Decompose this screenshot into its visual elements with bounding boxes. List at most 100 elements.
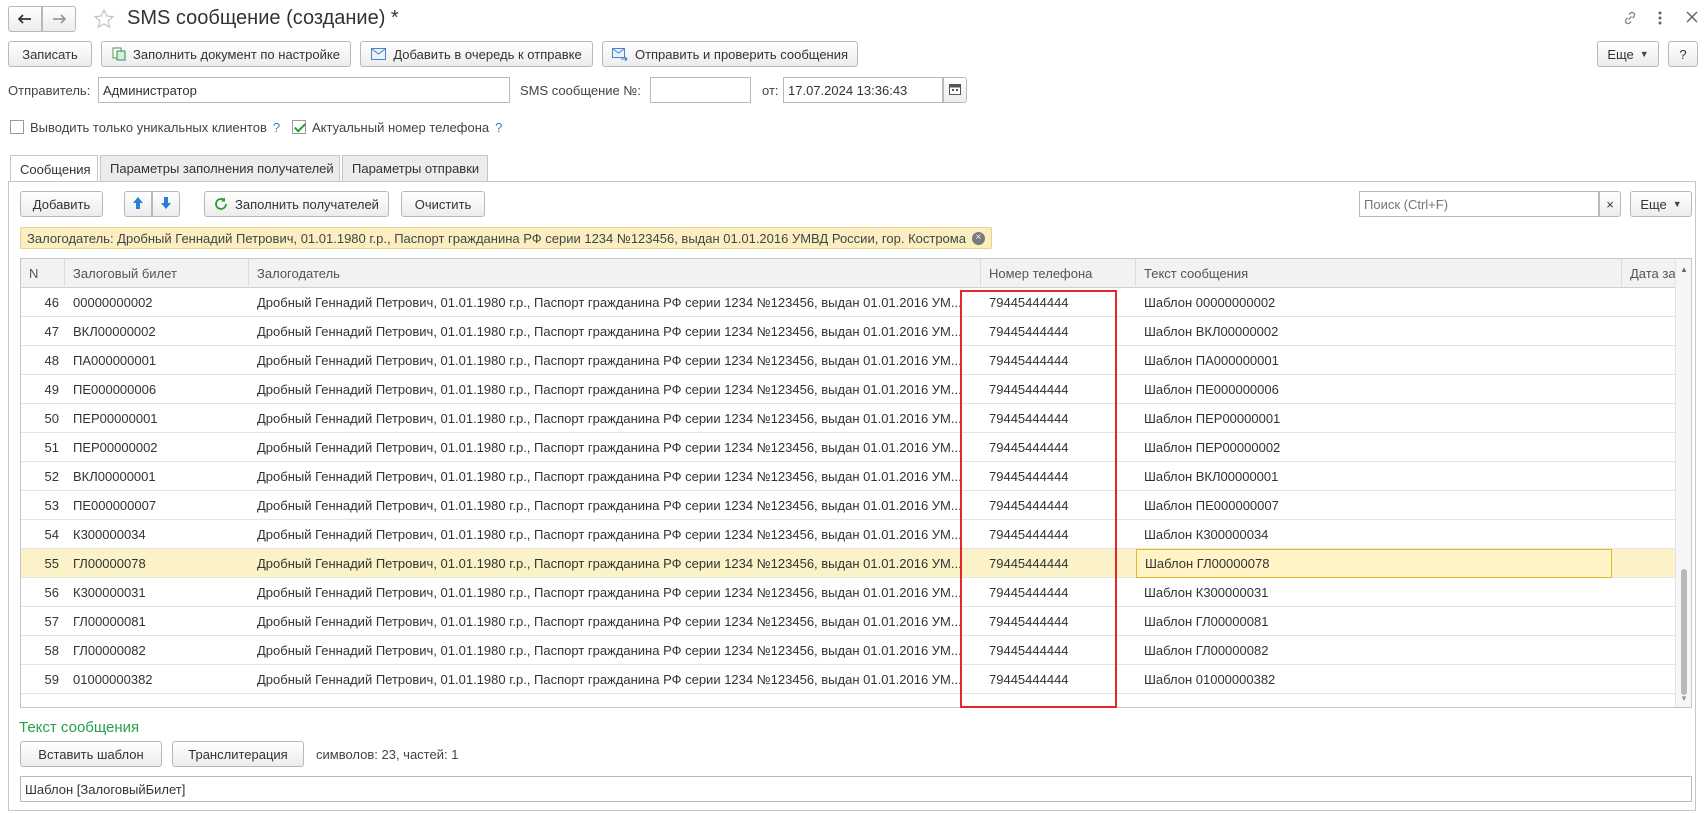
- message-text-cell[interactable]: Шаблон К300000031: [1136, 578, 1622, 607]
- fill-by-settings-button[interactable]: Заполнить документ по настройке: [101, 41, 351, 67]
- forward-button[interactable]: [42, 6, 76, 32]
- insert-template-button[interactable]: Вставить шаблон: [20, 741, 162, 767]
- pledger-cell[interactable]: Дробный Геннадий Петрович, 01.01.1980 г.…: [249, 520, 981, 549]
- phone-number-cell[interactable]: 79445444444: [981, 491, 1136, 520]
- pledge-ticket-cell[interactable]: К300000031: [65, 578, 249, 607]
- message-text-cell[interactable]: Шаблон ПЕР00000001: [1136, 404, 1622, 433]
- tab-send-params[interactable]: Параметры отправки: [342, 155, 488, 181]
- actual-phone-checkbox[interactable]: [292, 120, 306, 134]
- help-button[interactable]: ?: [1668, 41, 1698, 67]
- table-row[interactable]: 57 ГЛ00000081 Дробный Геннадий Петрович, 0…: [21, 607, 1675, 636]
- phone-number-cell[interactable]: 79445444444: [981, 404, 1136, 433]
- table-row[interactable]: 48 ПА000000001 Дробный Геннадий Петрович, …: [21, 346, 1675, 375]
- search-input[interactable]: [1359, 191, 1599, 217]
- row-number-cell[interactable]: 48: [21, 346, 65, 375]
- row-number-cell[interactable]: 46: [21, 288, 65, 317]
- row-number-cell[interactable]: 51: [21, 433, 65, 462]
- actual-phone-option[interactable]: Актуальный номер телефона?: [292, 120, 502, 135]
- unique-clients-help[interactable]: ?: [273, 120, 280, 135]
- column-header-text[interactable]: Текст сообщения: [1136, 259, 1622, 288]
- message-text-cell[interactable]: Шаблон ГЛ00000078: [1136, 549, 1612, 578]
- pledge-ticket-cell[interactable]: ПЕР00000002: [65, 433, 249, 462]
- clear-search-button[interactable]: ×: [1599, 191, 1621, 217]
- kebab-menu-icon[interactable]: [1657, 10, 1663, 29]
- table-row[interactable]: 49 ПЕ000000006 Дробный Геннадий Петрович, …: [21, 375, 1675, 404]
- table-more-button[interactable]: Еще ▼: [1630, 191, 1692, 217]
- close-icon[interactable]: [1686, 11, 1698, 26]
- column-header-ticket[interactable]: Залоговый билет: [65, 259, 249, 288]
- move-down-button[interactable]: [152, 191, 180, 217]
- vertical-scrollbar[interactable]: ▲ ▼: [1675, 259, 1691, 707]
- message-text-cell[interactable]: Шаблон ВКЛ00000001: [1136, 462, 1622, 491]
- pledge-ticket-cell[interactable]: ПЕ000000006: [65, 375, 249, 404]
- row-number-cell[interactable]: 52: [21, 462, 65, 491]
- pledge-ticket-cell[interactable]: ГЛ00000082: [65, 636, 249, 665]
- message-text-cell[interactable]: Шаблон К300000034: [1136, 520, 1622, 549]
- table-row[interactable]: 51 ПЕР00000002 Дробный Геннадий Петрович, …: [21, 433, 1675, 462]
- column-header-phone[interactable]: Номер телефона: [981, 259, 1136, 288]
- pledge-ticket-cell[interactable]: ПЕ000000007: [65, 491, 249, 520]
- phone-number-cell[interactable]: 79445444444: [981, 520, 1136, 549]
- table-row[interactable]: 59 01000000382 Дробный Геннадий Петрович, …: [21, 665, 1675, 694]
- scroll-down-icon[interactable]: ▼: [1680, 694, 1688, 703]
- column-header-date[interactable]: Дата за...: [1622, 259, 1677, 288]
- pledge-ticket-cell[interactable]: ПА000000001: [65, 346, 249, 375]
- message-text-cell[interactable]: Шаблон ГЛ00000082: [1136, 636, 1622, 665]
- scrollbar-thumb[interactable]: [1681, 569, 1687, 695]
- pledger-cell[interactable]: Дробный Геннадий Петрович, 01.01.1980 г.…: [249, 578, 981, 607]
- table-row[interactable]: 50 ПЕР00000001 Дробный Геннадий Петрович, …: [21, 404, 1675, 433]
- pledger-cell[interactable]: Дробный Геннадий Петрович, 01.01.1980 г.…: [249, 607, 981, 636]
- back-button[interactable]: [8, 6, 42, 32]
- row-number-cell[interactable]: 50: [21, 404, 65, 433]
- phone-number-cell[interactable]: 79445444444: [981, 462, 1136, 491]
- send-and-check-button[interactable]: Отправить и проверить сообщения: [602, 41, 858, 67]
- row-number-cell[interactable]: 57: [21, 607, 65, 636]
- row-number-cell[interactable]: 56: [21, 578, 65, 607]
- message-text-cell[interactable]: Шаблон ГЛ00000081: [1136, 607, 1622, 636]
- table-row[interactable]: 46 00000000002 Дробный Геннадий Петрович, …: [21, 288, 1675, 317]
- tab-recipient-params[interactable]: Параметры заполнения получателей: [100, 155, 340, 181]
- add-to-queue-button[interactable]: Добавить в очередь к отправке: [360, 41, 593, 67]
- pledge-ticket-cell[interactable]: 01000000382: [65, 665, 249, 694]
- row-number-cell[interactable]: 54: [21, 520, 65, 549]
- pledger-cell[interactable]: Дробный Геннадий Петрович, 01.01.1980 г.…: [249, 491, 981, 520]
- table-row[interactable]: 54 К300000034 Дробный Геннадий Петрович, 0…: [21, 520, 1675, 549]
- pledge-ticket-cell[interactable]: 00000000002: [65, 288, 249, 317]
- actual-phone-help[interactable]: ?: [495, 120, 502, 135]
- pledger-cell[interactable]: Дробный Геннадий Петрович, 01.01.1980 г.…: [249, 346, 981, 375]
- more-button[interactable]: Еще ▼: [1597, 41, 1659, 67]
- transliteration-button[interactable]: Транслитерация: [172, 741, 304, 767]
- scroll-up-icon[interactable]: ▲: [1680, 265, 1688, 274]
- pledger-cell[interactable]: Дробный Геннадий Петрович, 01.01.1980 г.…: [249, 636, 981, 665]
- pledge-ticket-cell[interactable]: ГЛ00000081: [65, 607, 249, 636]
- table-row[interactable]: 56 К300000031 Дробный Геннадий Петрович, 0…: [21, 578, 1675, 607]
- pledger-cell[interactable]: Дробный Геннадий Петрович, 01.01.1980 г.…: [249, 433, 981, 462]
- sms-number-field[interactable]: [650, 77, 751, 103]
- pledger-cell[interactable]: Дробный Геннадий Петрович, 01.01.1980 г.…: [249, 462, 981, 491]
- column-header-n[interactable]: N: [21, 259, 65, 288]
- link-icon[interactable]: [1622, 10, 1638, 29]
- column-header-pledger[interactable]: Залогодатель: [249, 259, 981, 288]
- phone-number-cell[interactable]: 79445444444: [981, 288, 1136, 317]
- pledger-cell[interactable]: Дробный Геннадий Петрович, 01.01.1980 г.…: [249, 375, 981, 404]
- message-text-cell[interactable]: Шаблон ПЕ000000006: [1136, 375, 1622, 404]
- message-text-input[interactable]: Шаблон [ЗалоговыйБилет]: [20, 776, 1692, 802]
- message-text-cell[interactable]: Шаблон ПЕ000000007: [1136, 491, 1622, 520]
- message-text-cell[interactable]: Шаблон 01000000382: [1136, 665, 1622, 694]
- star-icon[interactable]: [93, 8, 115, 33]
- phone-number-cell[interactable]: 79445444444: [981, 317, 1136, 346]
- row-number-cell[interactable]: 53: [21, 491, 65, 520]
- move-up-button[interactable]: [124, 191, 152, 217]
- pledger-cell[interactable]: Дробный Геннадий Петрович, 01.01.1980 г.…: [249, 549, 981, 578]
- date-field[interactable]: 17.07.2024 13:36:43: [783, 77, 943, 103]
- phone-number-cell[interactable]: 79445444444: [981, 433, 1136, 462]
- sender-field[interactable]: Администратор: [98, 77, 510, 103]
- message-text-cell[interactable]: Шаблон 00000000002: [1136, 288, 1622, 317]
- table-row[interactable]: 53 ПЕ000000007 Дробный Геннадий Петрович, …: [21, 491, 1675, 520]
- phone-number-cell[interactable]: 79445444444: [981, 346, 1136, 375]
- table-row[interactable]: 52 ВКЛ00000001 Дробный Геннадий Петрович, …: [21, 462, 1675, 491]
- remove-filter-icon[interactable]: ×: [971, 231, 985, 245]
- row-number-cell[interactable]: 55: [21, 549, 65, 578]
- phone-number-cell[interactable]: 79445444444: [981, 578, 1136, 607]
- fill-recipients-button[interactable]: Заполнить получателей: [204, 191, 389, 217]
